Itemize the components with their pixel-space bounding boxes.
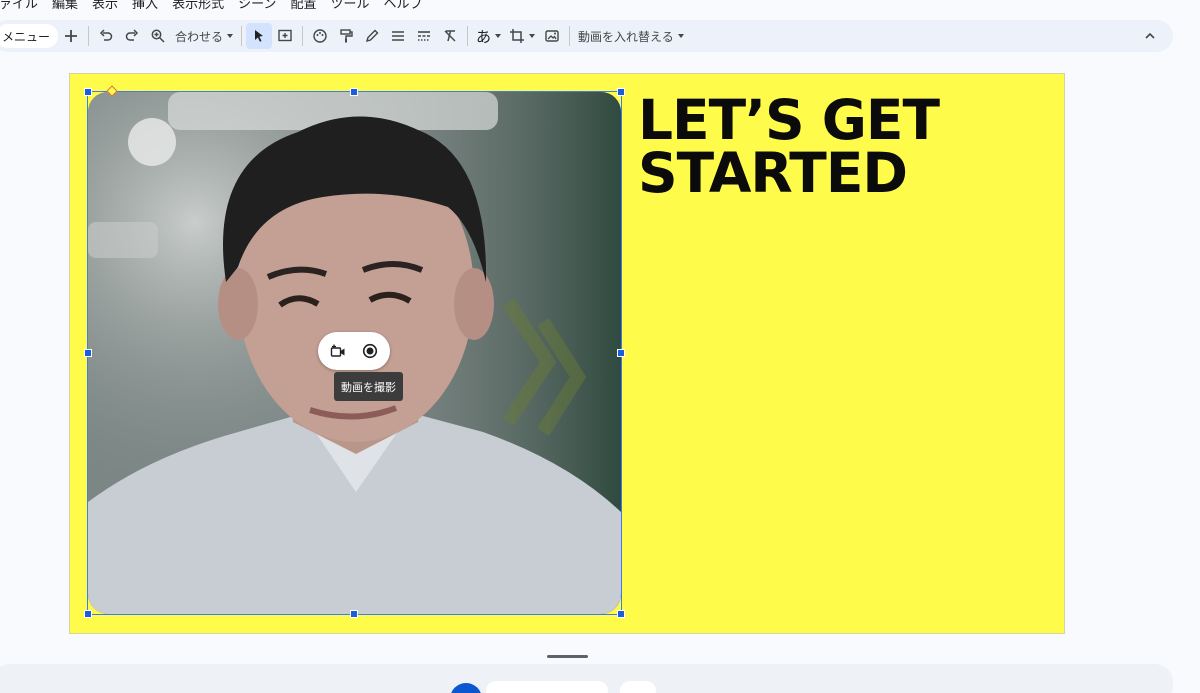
palette-icon bbox=[313, 29, 327, 43]
bottom-chip[interactable] bbox=[486, 681, 608, 693]
plus-icon bbox=[65, 30, 78, 42]
paint-roller-icon bbox=[340, 29, 353, 43]
chevron-down-icon bbox=[677, 34, 684, 38]
camera-controls bbox=[318, 332, 390, 370]
resize-handle-bottom[interactable] bbox=[350, 610, 358, 618]
crop-dropdown[interactable] bbox=[505, 23, 539, 49]
menu-format[interactable]: 表示形式 bbox=[172, 0, 224, 12]
resize-handle-top[interactable] bbox=[350, 88, 358, 96]
menu-edit[interactable]: 編集 bbox=[52, 0, 78, 12]
app-root: ファイル 編集 表示 挿入 表示形式 シーン 配置 ツール ヘルプ メニュー 合… bbox=[0, 0, 1200, 693]
chevron-down-icon bbox=[529, 34, 536, 38]
cursor-icon bbox=[255, 30, 264, 42]
chevron-down-icon bbox=[495, 34, 502, 38]
slide-headline[interactable]: LET’S GET STARTED bbox=[638, 88, 940, 205]
hiragana-a-icon: あ bbox=[476, 27, 492, 46]
undo-button[interactable] bbox=[93, 23, 119, 49]
toolbar-divider bbox=[241, 26, 243, 46]
menu-view[interactable]: 表示 bbox=[92, 0, 118, 12]
zoom-button[interactable] bbox=[145, 23, 171, 49]
toolbar-divider bbox=[302, 26, 304, 46]
menus-search-button[interactable]: メニュー bbox=[0, 24, 59, 48]
redo-button[interactable] bbox=[119, 23, 145, 49]
menu-arrange[interactable]: 配置 bbox=[290, 0, 316, 12]
text-style-dropdown[interactable]: あ bbox=[472, 23, 505, 49]
menu-bar: ファイル 編集 表示 挿入 表示形式 シーン 配置 ツール ヘルプ bbox=[0, 0, 436, 12]
menu-tools[interactable]: ツール bbox=[330, 0, 369, 12]
toolbar-divider bbox=[88, 26, 90, 46]
record-video-tooltip: 動画を撮影 bbox=[334, 372, 403, 401]
image-options-button[interactable] bbox=[539, 23, 565, 49]
clear-formatting-button[interactable] bbox=[437, 23, 463, 49]
zoom-dropdown[interactable]: 合わせる bbox=[171, 23, 237, 49]
chevron-up-icon bbox=[1145, 32, 1155, 39]
resize-handle-left[interactable] bbox=[84, 349, 92, 357]
text-box-button[interactable] bbox=[272, 23, 298, 49]
menu-scene[interactable]: シーン bbox=[238, 0, 276, 12]
image-settings-icon bbox=[545, 30, 559, 42]
undo-icon bbox=[99, 29, 113, 41]
menus-label: メニュー bbox=[2, 29, 51, 44]
resize-drag-handle[interactable] bbox=[547, 655, 588, 658]
border-weight-icon bbox=[392, 31, 405, 41]
slide-canvas[interactable]: LET’S GET STARTED bbox=[69, 73, 1065, 634]
menu-insert[interactable]: 挿入 bbox=[132, 0, 158, 12]
zoom-icon bbox=[151, 29, 165, 43]
resize-handle-top-right[interactable] bbox=[617, 88, 625, 96]
crop-icon bbox=[510, 29, 525, 43]
add-video-camera-icon bbox=[330, 344, 345, 357]
resize-handle-right[interactable] bbox=[617, 349, 625, 357]
paint-format-button[interactable] bbox=[333, 23, 359, 49]
redo-icon bbox=[125, 29, 139, 41]
menu-file[interactable]: ファイル bbox=[0, 0, 38, 12]
replace-video-dropdown[interactable]: 動画を入れ替える bbox=[574, 23, 688, 49]
resize-handle-bottom-right[interactable] bbox=[617, 610, 625, 618]
select-tool-button[interactable] bbox=[246, 23, 273, 49]
menu-help[interactable]: ヘルプ bbox=[383, 0, 422, 12]
headline-line-2: STARTED bbox=[638, 141, 908, 205]
record-icon bbox=[362, 343, 378, 359]
border-dash-icon bbox=[418, 31, 431, 41]
headline-line-1: LET’S GET bbox=[638, 88, 940, 152]
record-video-button[interactable] bbox=[357, 338, 383, 364]
border-color-button[interactable] bbox=[359, 23, 385, 49]
border-dash-button[interactable] bbox=[411, 23, 437, 49]
resize-handle-top-left[interactable] bbox=[84, 88, 92, 96]
bottom-chip-small[interactable] bbox=[620, 681, 656, 693]
pencil-icon bbox=[366, 29, 379, 43]
text-box-icon bbox=[278, 29, 292, 42]
chevron-down-icon bbox=[227, 34, 234, 38]
toolbar-divider bbox=[467, 26, 469, 46]
insert-camera-button[interactable] bbox=[325, 338, 351, 364]
resize-handle-bottom-left[interactable] bbox=[84, 610, 92, 618]
theme-button[interactable] bbox=[307, 23, 333, 49]
clear-format-icon bbox=[444, 30, 456, 42]
toolbar-divider bbox=[569, 26, 571, 46]
zoom-label: 合わせる bbox=[175, 29, 224, 44]
border-weight-button[interactable] bbox=[385, 23, 411, 49]
toolbar: メニュー 合わせる あ 動画を入れ替える bbox=[0, 20, 1173, 52]
new-slide-button[interactable] bbox=[58, 23, 84, 49]
collapse-toolbar-button[interactable] bbox=[1137, 23, 1163, 49]
replace-video-label: 動画を入れ替える bbox=[578, 29, 674, 44]
